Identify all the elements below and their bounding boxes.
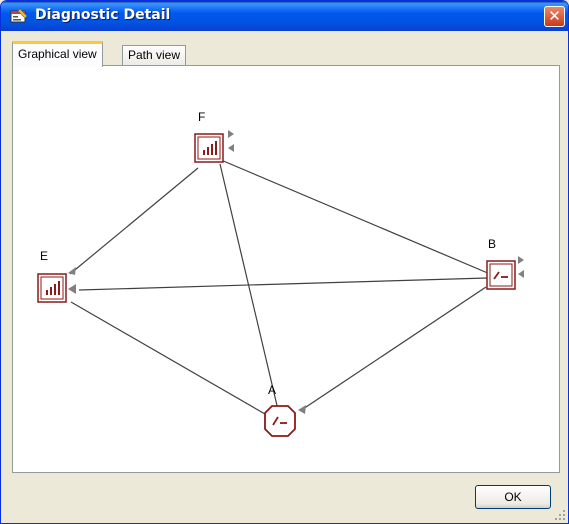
node-b[interactable]	[486, 260, 516, 290]
edge-e-b	[78, 277, 488, 291]
arrowhead	[518, 256, 524, 264]
edge-e-a	[70, 301, 266, 415]
title-bar[interactable]: Diagnostic Detail ✕	[1, 1, 568, 31]
edge-f-a	[219, 163, 280, 415]
arrowhead	[518, 270, 524, 278]
arrowhead	[68, 267, 76, 275]
resize-grip-icon[interactable]	[554, 509, 566, 521]
ok-button[interactable]: OK	[475, 485, 551, 509]
edge-arrowheads	[68, 130, 524, 414]
node-b-label: B	[488, 237, 497, 251]
node-a-label: A	[268, 383, 277, 397]
edge-b-a	[299, 286, 487, 412]
diagnostic-detail-window: Diagnostic Detail ✕ Graphical view Path …	[0, 0, 569, 524]
properties-icon	[10, 8, 28, 24]
arrowhead	[68, 284, 76, 294]
close-button[interactable]: ✕	[544, 6, 565, 27]
arrowhead	[298, 405, 306, 414]
graph-canvas	[37, 130, 524, 437]
node-a[interactable]	[264, 405, 296, 437]
node-f-label: F	[198, 110, 206, 124]
close-icon: ✕	[548, 7, 561, 25]
graphical-view-panel: F E B A	[12, 65, 560, 473]
window-title: Diagnostic Detail	[35, 7, 171, 23]
node-e-label: E	[40, 249, 49, 263]
node-e[interactable]	[37, 273, 67, 303]
arrowhead	[228, 130, 234, 138]
tab-path-view[interactable]: Path view	[122, 45, 187, 65]
edge-f-e	[69, 167, 199, 275]
edge-f-b	[220, 159, 491, 275]
graph-edges	[69, 159, 491, 415]
tab-graphical-view[interactable]: Graphical view	[12, 41, 103, 67]
arrowhead	[228, 144, 234, 152]
node-f[interactable]	[194, 133, 224, 163]
